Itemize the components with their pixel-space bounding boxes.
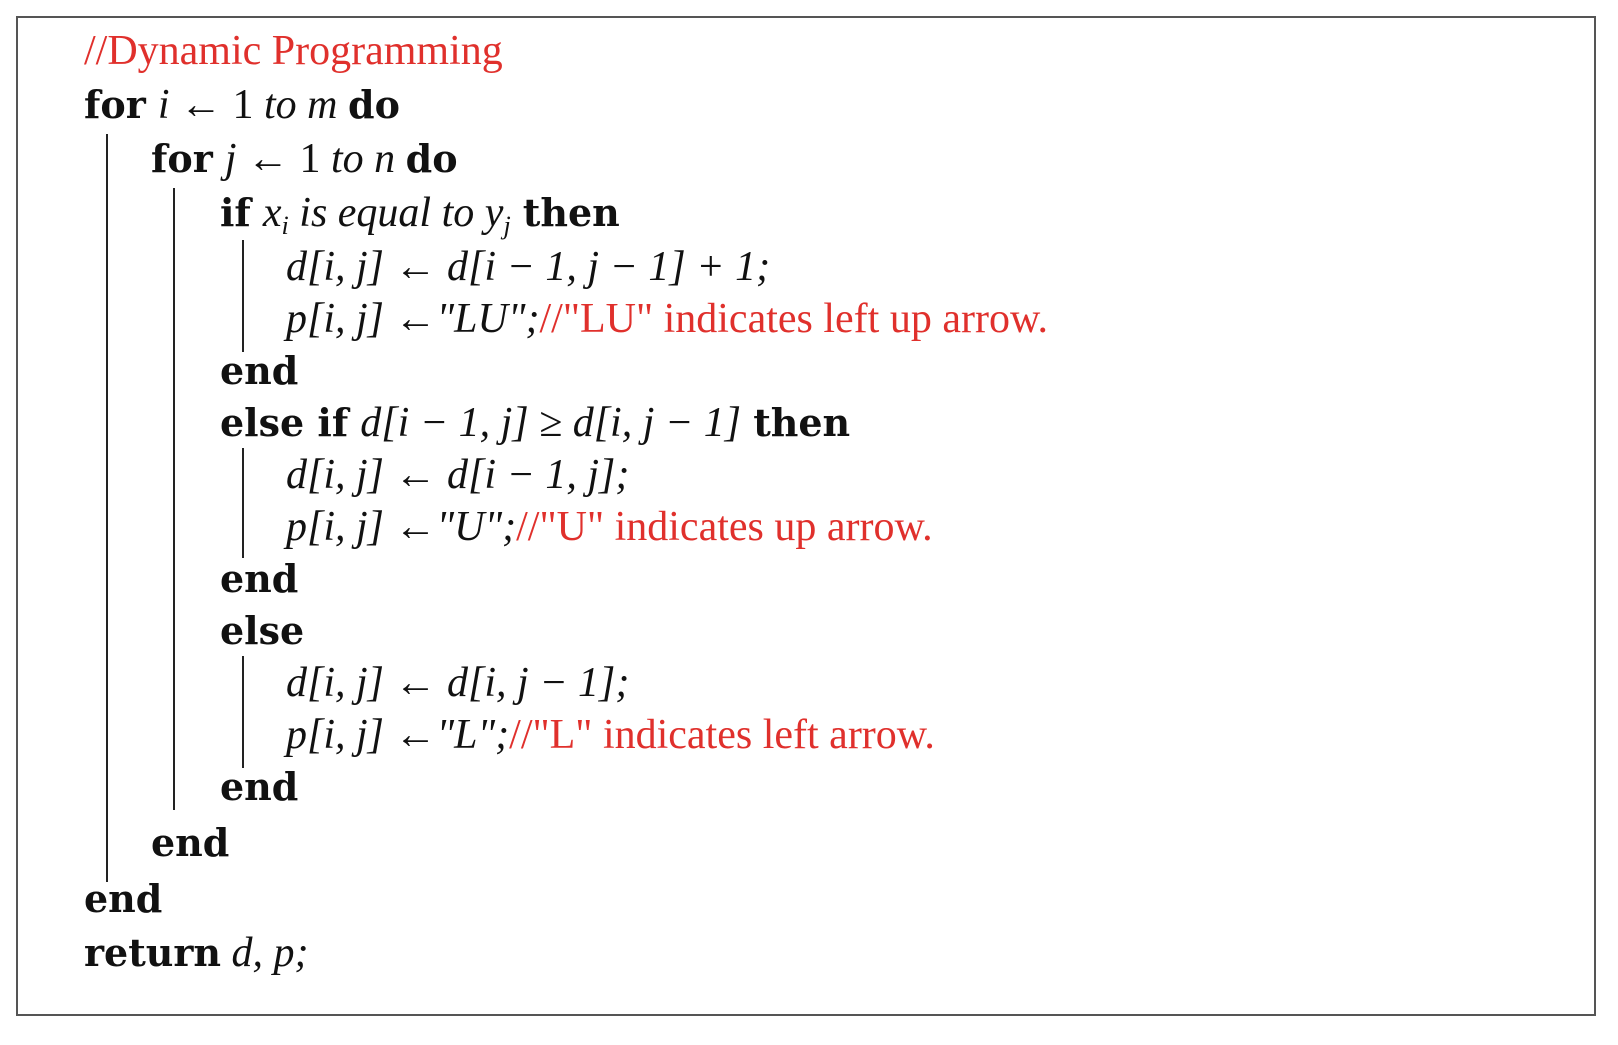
if-keyword: if: [220, 190, 251, 235]
inner-loop-var: j: [224, 136, 237, 182]
title-comment-line: //Dynamic Programming: [84, 28, 503, 74]
inner-loop-start: ← 1: [236, 136, 331, 182]
elseif-condition: d[i − 1, j] ≥ d[i, j − 1]: [360, 400, 742, 446]
then-keyword: then: [522, 190, 620, 235]
then-keyword: then: [753, 400, 851, 445]
return-line: return d, p;: [84, 930, 309, 976]
else-block-bar: [242, 656, 244, 768]
if-rhs: y: [484, 190, 504, 236]
end-keyword: end: [220, 556, 299, 601]
if-line: if xi is equal to yj then: [220, 190, 620, 249]
for-keyword: for: [151, 136, 213, 181]
case3-p-assign: p[i, j] ←"L";: [286, 712, 510, 758]
inner-loop-end: n: [363, 136, 406, 182]
else-keyword: else: [220, 608, 305, 653]
if-lhs: x: [262, 190, 282, 236]
outer-loop-end: m: [296, 82, 348, 128]
case1-comment: //"LU" indicates left up arrow.: [539, 296, 1049, 342]
for-keyword: for: [84, 82, 146, 127]
case3-p-line: p[i, j] ←"L";//"L" indicates left arrow.: [286, 712, 935, 758]
case1-p-assign: p[i, j] ←"LU";: [286, 296, 540, 342]
if-lhs-subscript: i: [281, 211, 289, 240]
inner-loop-bar: [173, 188, 175, 810]
else-end-line: end: [220, 764, 298, 810]
outer-loop-start: ← 1: [169, 82, 264, 128]
if-end-line: end: [220, 348, 298, 394]
if-condition-text: is equal to: [288, 190, 485, 236]
case2-d-line: d[i, j] ← d[i − 1, j];: [286, 452, 629, 498]
outer-for-line: for i ← 1 to m do: [84, 82, 400, 128]
inner-loop-to: to: [330, 136, 364, 182]
outer-loop-bar: [106, 134, 108, 882]
return-value: d, p;: [221, 930, 309, 976]
inner-for-line: for j ← 1 to n do: [151, 136, 458, 182]
case3-d-assign: d[i, j] ← d[i, j − 1];: [286, 660, 630, 706]
outer-for-end-line: end: [84, 876, 162, 922]
case2-comment: //"U" indicates up arrow.: [516, 504, 933, 550]
case2-p-assign: p[i, j] ←"U";: [286, 504, 517, 550]
end-keyword: end: [220, 764, 299, 809]
if-rhs-subscript: j: [503, 211, 511, 240]
return-keyword: return: [84, 930, 222, 975]
elseif-block-bar: [242, 448, 244, 558]
elseif-end-line: end: [220, 556, 298, 602]
case2-p-line: p[i, j] ←"U";//"U" indicates up arrow.: [286, 504, 933, 550]
do-keyword: do: [348, 82, 400, 127]
end-keyword: end: [151, 820, 230, 865]
else-line: else: [220, 608, 304, 654]
outer-loop-to: to: [263, 82, 297, 128]
title-comment: //Dynamic Programming: [84, 28, 503, 74]
inner-for-end-line: end: [151, 820, 229, 866]
else-if-keyword: else if: [220, 400, 349, 445]
case1-d-line: d[i, j] ← d[i − 1, j − 1] + 1;: [286, 244, 770, 290]
algorithm-box: //Dynamic Programming for i ← 1 to m do …: [16, 16, 1596, 1016]
elseif-line: else if d[i − 1, j] ≥ d[i, j − 1] then: [220, 400, 850, 446]
case1-p-line: p[i, j] ←"LU";//"LU" indicates left up a…: [286, 296, 1048, 342]
case1-d-assign: d[i, j] ← d[i − 1, j − 1] + 1;: [286, 244, 771, 290]
do-keyword: do: [405, 136, 458, 181]
end-keyword: end: [84, 876, 163, 921]
case3-d-line: d[i, j] ← d[i, j − 1];: [286, 660, 629, 706]
outer-loop-var: i: [157, 82, 170, 128]
case2-d-assign: d[i, j] ← d[i − 1, j];: [286, 452, 630, 498]
end-keyword: end: [220, 348, 299, 393]
if-block-bar: [242, 240, 244, 352]
case3-comment: //"L" indicates left arrow.: [509, 712, 935, 758]
